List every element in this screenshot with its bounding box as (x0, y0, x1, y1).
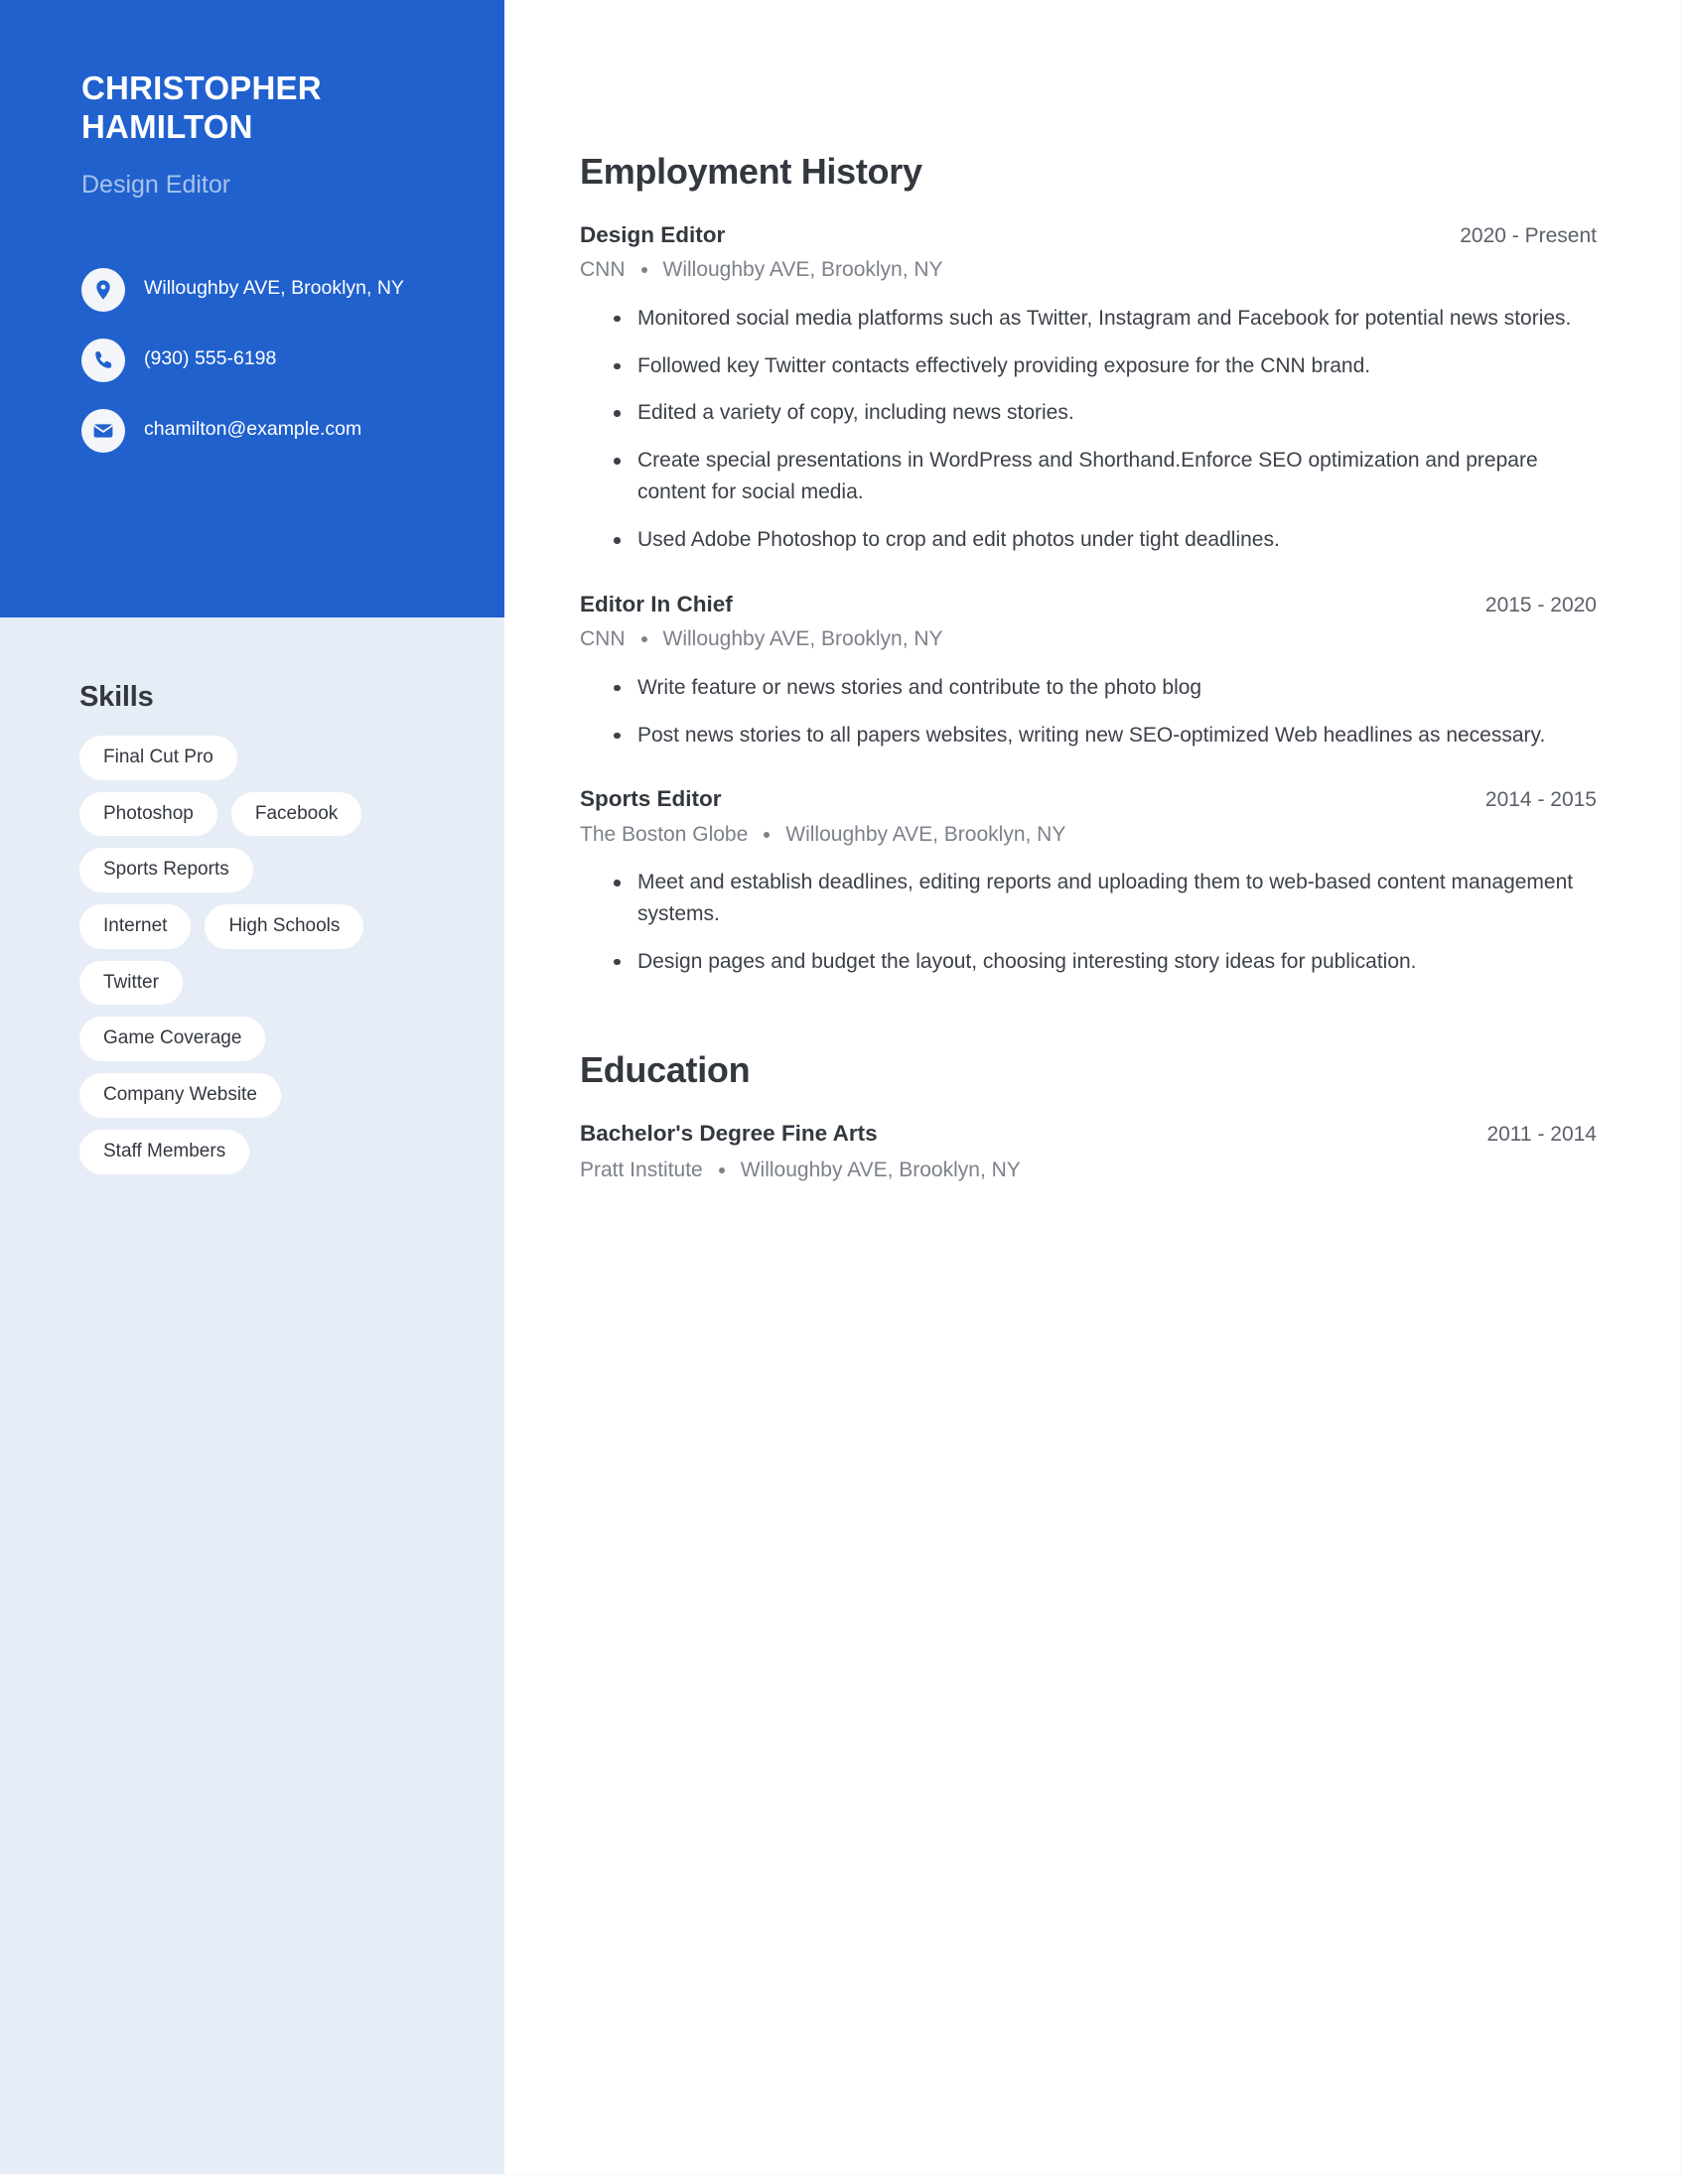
skill-pill[interactable]: Game Coverage (79, 1017, 266, 1062)
employment-location: Willoughby AVE, Brooklyn, NY (662, 258, 943, 282)
separator-dot-icon (764, 831, 771, 838)
employment-meta: CNN Willoughby AVE, Brooklyn, NY (580, 256, 1597, 284)
employment-company: CNN (580, 258, 626, 282)
employment-bullet-list: Write feature or news stories and contri… (580, 672, 1597, 751)
education-school: Pratt Institute (580, 1159, 703, 1181)
skill-pill[interactable]: Sports Reports (79, 848, 253, 893)
employment-bullet: Write feature or news stories and contri… (612, 672, 1597, 704)
skill-pill[interactable]: Photoshop (79, 791, 217, 837)
employment-entry: Design Editor 2020 - Present CNN Willoug… (580, 220, 1597, 556)
skill-row: Twitter (79, 960, 465, 1006)
separator-dot-icon (640, 636, 647, 643)
employment-bullet-list: Meet and establish deadlines, editing re… (580, 867, 1597, 978)
skill-row: Staff Members (79, 1129, 465, 1174)
employment-bullet: Followed key Twitter contacts effectivel… (612, 350, 1597, 382)
skill-row: Company Website (79, 1073, 465, 1118)
employment-entry: Sports Editor 2014 - 2015 The Boston Glo… (580, 784, 1597, 977)
skill-pill[interactable]: Twitter (79, 960, 183, 1006)
employment-location: Willoughby AVE, Brooklyn, NY (785, 822, 1066, 846)
employment-bullet: Used Adobe Photoshop to crop and edit ph… (612, 524, 1597, 556)
education-section-title: Education (580, 1048, 751, 1090)
education-dates: 2011 - 2014 (1486, 1122, 1597, 1146)
employment-bullet: Post news stories to all papers websites… (612, 720, 1597, 751)
employment-dates: 2015 - 2020 (1484, 594, 1597, 617)
contact-email-text: chamilton@example.com (144, 417, 362, 440)
envelope-icon (81, 408, 125, 453)
education-location: Willoughby AVE, Brooklyn, NY (740, 1159, 1021, 1181)
employment-bullet: Meet and establish deadlines, editing re… (612, 867, 1597, 930)
candidate-job-title: Design Editor (81, 170, 231, 199)
employment-role: Design Editor (580, 222, 726, 247)
employment-bullet-list: Monitored social media platforms such as… (580, 303, 1597, 556)
contact-item-email: chamilton@example.com (81, 408, 427, 453)
employment-role: Editor In Chief (580, 592, 733, 617)
contact-item-phone: (930) 555-6198 (81, 338, 427, 382)
candidate-name: CHRISTOPHER HAMILTON (81, 69, 322, 145)
education-meta: Pratt Institute Willoughby AVE, Brooklyn… (580, 1157, 1597, 1184)
employment-entry: Editor In Chief 2015 - 2020 CNN Willough… (580, 590, 1597, 751)
employment-role: Sports Editor (580, 786, 722, 812)
skills-section: Skills Final Cut Pro Photoshop Facebook … (0, 617, 504, 1174)
employment-meta: CNN Willoughby AVE, Brooklyn, NY (580, 625, 1597, 653)
skill-row: Internet High Schools (79, 904, 465, 949)
employment-dates: 2020 - Present (1460, 224, 1597, 247)
skill-row: Game Coverage (79, 1017, 465, 1062)
sidebar-header: CHRISTOPHER HAMILTON Design Editor Willo… (0, 0, 504, 617)
skill-pill[interactable]: Staff Members (79, 1129, 250, 1174)
skill-row: Final Cut Pro (79, 736, 465, 780)
separator-dot-icon (640, 267, 647, 274)
employment-dates: 2014 - 2015 (1484, 788, 1597, 812)
skill-pill[interactable]: Facebook (230, 791, 362, 837)
resume-page: CHRISTOPHER HAMILTON Design Editor Willo… (0, 0, 1688, 2184)
employment-bullet: Edited a variety of copy, including news… (612, 397, 1597, 429)
contact-list: Willoughby AVE, Brooklyn, NY (930) 555-6… (81, 267, 427, 453)
phone-icon (81, 338, 125, 382)
skill-row: Sports Reports (79, 848, 465, 893)
employment-bullet: Design pages and budget the layout, choo… (612, 946, 1597, 978)
employment-meta: The Boston Globe Willoughby AVE, Brookly… (580, 821, 1597, 849)
sidebar: CHRISTOPHER HAMILTON Design Editor Willo… (0, 0, 504, 2174)
employment-entry-header: Sports Editor 2014 - 2015 (580, 784, 1597, 813)
employment-history-section: Employment History Design Editor 2020 - … (580, 151, 1597, 978)
skill-row: Photoshop Facebook (79, 791, 465, 837)
education-entry-header: Bachelor's Degree Fine Arts 2011 - 2014 (580, 1119, 1597, 1148)
location-pin-icon (81, 267, 125, 312)
contact-phone-text: (930) 555-6198 (144, 346, 277, 369)
employment-bullet: Monitored social media platforms such as… (612, 303, 1597, 335)
employment-entry-header: Design Editor 2020 - Present (580, 220, 1597, 249)
employment-company: The Boston Globe (580, 822, 749, 846)
education-section: Education Bachelor's Degree Fine Arts 20… (580, 1049, 1597, 1185)
employment-section-title: Employment History (580, 151, 922, 192)
skills-section-title: Skills (79, 681, 154, 713)
skill-pill[interactable]: Company Website (79, 1073, 281, 1118)
resume-sheet: CHRISTOPHER HAMILTON Design Editor Willo… (0, 0, 1680, 2174)
education-degree: Bachelor's Degree Fine Arts (580, 1120, 878, 1146)
employment-company: CNN (580, 627, 626, 651)
employment-bullet: Create special presentations in WordPres… (612, 445, 1597, 508)
skill-pill[interactable]: Internet (79, 904, 192, 949)
contact-address-text: Willoughby AVE, Brooklyn, NY (144, 276, 404, 299)
contact-item-address: Willoughby AVE, Brooklyn, NY (81, 267, 427, 312)
skill-pill[interactable]: High Schools (205, 904, 364, 949)
skills-pill-list: Final Cut Pro Photoshop Facebook Sports … (79, 736, 465, 1174)
employment-location: Willoughby AVE, Brooklyn, NY (662, 627, 943, 651)
employment-entry-header: Editor In Chief 2015 - 2020 (580, 590, 1597, 618)
main-content: Employment History Design Editor 2020 - … (504, 0, 1680, 2174)
separator-dot-icon (718, 1167, 725, 1174)
education-entry: Bachelor's Degree Fine Arts 2011 - 2014 … (580, 1119, 1597, 1185)
skill-pill[interactable]: Final Cut Pro (79, 736, 237, 780)
